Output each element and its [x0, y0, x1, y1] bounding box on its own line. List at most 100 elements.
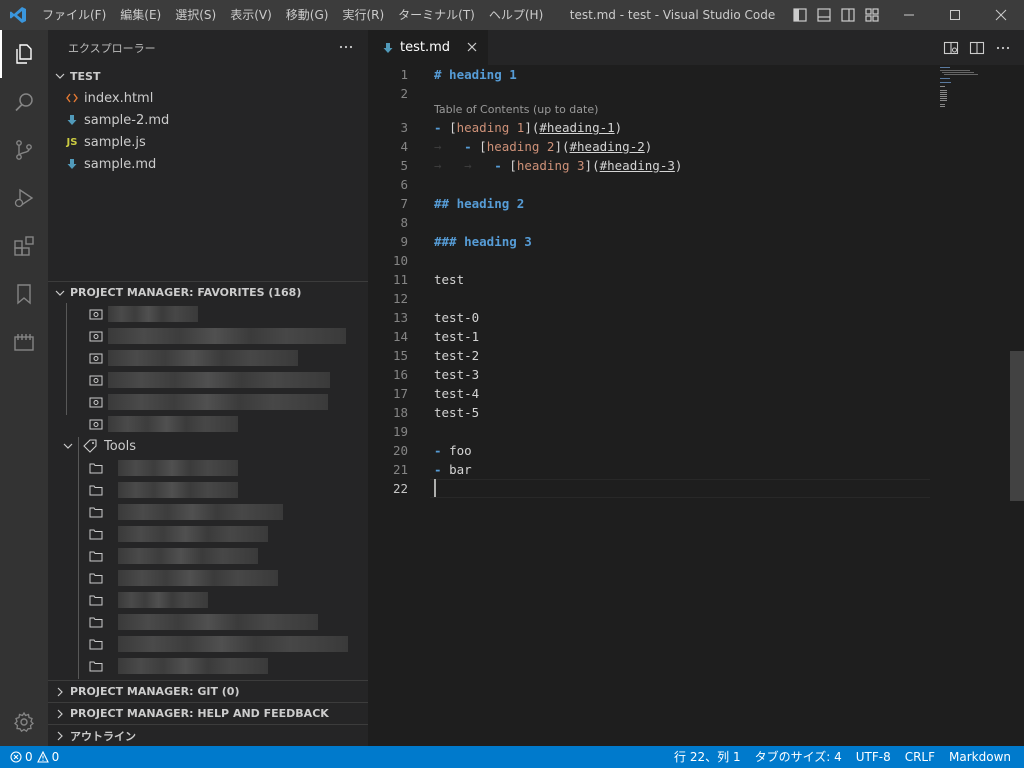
project-item[interactable] [48, 479, 368, 501]
project-icon [88, 328, 104, 344]
project-item[interactable] [48, 589, 368, 611]
tab-test-md[interactable]: test.md [368, 30, 488, 65]
encoding[interactable]: UTF-8 [849, 746, 898, 768]
problems-indicator[interactable]: 0 0 [0, 746, 59, 768]
project-item[interactable] [48, 677, 368, 679]
split-editor-icon[interactable] [964, 30, 990, 65]
more-actions-icon[interactable] [338, 39, 354, 58]
project-item[interactable] [48, 567, 368, 589]
pm-help-title: PROJECT MANAGER: HELP AND FEEDBACK [70, 707, 329, 720]
error-count: 0 [25, 750, 33, 764]
scrollbar-thumb[interactable] [1010, 351, 1024, 501]
toc-link-url[interactable]: #heading-3 [600, 158, 675, 173]
list-item-line: - foo [434, 443, 472, 458]
editor: test.md 1 2 3 4 5 6 7 8 9 10 11 12 13 14… [368, 30, 1024, 746]
project-item[interactable] [48, 369, 368, 391]
project-item[interactable] [48, 325, 368, 347]
language-mode[interactable]: Markdown [942, 746, 1018, 768]
chevron-down-icon [52, 285, 68, 301]
folder-name: TEST [70, 69, 101, 83]
project-item[interactable] [48, 457, 368, 479]
menu-edit[interactable]: 編集(E) [113, 0, 168, 30]
file-item-index-html[interactable]: index.html [48, 87, 368, 109]
folder-icon [88, 460, 104, 476]
customize-layout-icon[interactable] [860, 0, 884, 30]
project-item[interactable] [48, 633, 368, 655]
project-item[interactable] [48, 501, 368, 523]
toc-link-url[interactable]: #heading-2 [570, 139, 645, 154]
source-control-icon[interactable] [0, 126, 48, 174]
folder-section-header[interactable]: TEST [48, 65, 368, 87]
bookmarks-icon[interactable] [0, 270, 48, 318]
toggle-secondary-sidebar-icon[interactable] [836, 0, 860, 30]
warning-count: 0 [51, 750, 60, 764]
line-number: 19 [392, 424, 408, 439]
outline-header[interactable]: アウトライン [48, 724, 368, 746]
project-manager-icon[interactable] [0, 318, 48, 366]
toc-codelens[interactable]: Table of Contents (up to date) [434, 100, 598, 119]
file-item-sample-md[interactable]: sample.md [48, 153, 368, 175]
project-item[interactable] [48, 347, 368, 369]
toc-link-url[interactable]: #heading-1 [539, 120, 614, 135]
more-actions-icon[interactable] [990, 30, 1016, 65]
sidebar-header: エクスプローラー [48, 30, 368, 65]
project-item[interactable] [48, 611, 368, 633]
menu-help[interactable]: ヘルプ(H) [482, 0, 550, 30]
menu-go[interactable]: 移動(G) [279, 0, 336, 30]
open-preview-to-side-icon[interactable] [938, 30, 964, 65]
cursor-position[interactable]: 行 22、列 1 [667, 746, 748, 768]
project-item[interactable] [48, 523, 368, 545]
extensions-icon[interactable] [0, 222, 48, 270]
redacted-project-name [118, 636, 348, 652]
menu-terminal[interactable]: ターミナル(T) [391, 0, 482, 30]
project-item[interactable] [48, 655, 368, 677]
file-item-sample-2-md[interactable]: sample-2.md [48, 109, 368, 131]
line-number: 14 [392, 329, 408, 344]
project-item[interactable] [48, 303, 368, 325]
line-number: 12 [392, 291, 408, 306]
pm-git-header[interactable]: PROJECT MANAGER: GIT (0) [48, 680, 368, 702]
minimap[interactable] [940, 65, 1010, 145]
redacted-project-name [108, 350, 298, 366]
line-number: 2 [400, 86, 408, 101]
tab-size[interactable]: タブのサイズ: 4 [748, 746, 849, 768]
redacted-project-name [118, 592, 208, 608]
project-item[interactable] [48, 413, 368, 435]
code-text-line: test-4 [434, 386, 480, 401]
folder-icon [88, 614, 104, 630]
menu-run[interactable]: 実行(R) [335, 0, 391, 30]
menu-selection[interactable]: 選択(S) [168, 0, 223, 30]
project-item[interactable] [48, 391, 368, 413]
vertical-scrollbar[interactable] [1010, 65, 1024, 746]
code-text-line: test [434, 272, 465, 287]
js-icon: JS [66, 136, 78, 148]
toggle-primary-sidebar-icon[interactable] [788, 0, 812, 30]
minimize-icon[interactable] [886, 0, 932, 30]
search-icon[interactable] [0, 78, 48, 126]
menu-view[interactable]: 表示(V) [223, 0, 279, 30]
toggle-panel-icon[interactable] [812, 0, 836, 30]
file-name: sample-2.md [84, 112, 170, 128]
toc-link-text: heading 3 [516, 158, 585, 173]
close-window-icon[interactable] [978, 0, 1024, 30]
maximize-icon[interactable] [932, 0, 978, 30]
file-item-sample-js[interactable]: JS sample.js [48, 131, 368, 153]
line-ending[interactable]: CRLF [898, 746, 942, 768]
line-number: 16 [392, 367, 408, 382]
folder-icon [88, 636, 104, 652]
explorer-icon[interactable] [0, 30, 48, 78]
tools-group[interactable]: Tools [48, 435, 368, 457]
code-editor[interactable]: 1 2 3 4 5 6 7 8 9 10 11 12 13 14 15 16 1… [368, 65, 1024, 746]
menu-file[interactable]: ファイル(F) [35, 0, 113, 30]
project-item[interactable] [48, 545, 368, 567]
run-debug-icon[interactable] [0, 174, 48, 222]
close-icon[interactable] [464, 39, 480, 59]
settings-gear-icon[interactable] [0, 698, 48, 746]
code-text-line: test-2 [434, 348, 480, 363]
pm-help-header[interactable]: PROJECT MANAGER: HELP AND FEEDBACK [48, 702, 368, 724]
tag-icon [82, 438, 98, 454]
heading-2-line: ## heading 2 [434, 196, 525, 211]
pm-favorites-header[interactable]: PROJECT MANAGER: FAVORITES (168) [48, 281, 368, 303]
status-bar: 0 0 行 22、列 1 タブのサイズ: 4 UTF-8 CRLF Markdo… [0, 746, 1024, 768]
folder-icon [88, 482, 104, 498]
